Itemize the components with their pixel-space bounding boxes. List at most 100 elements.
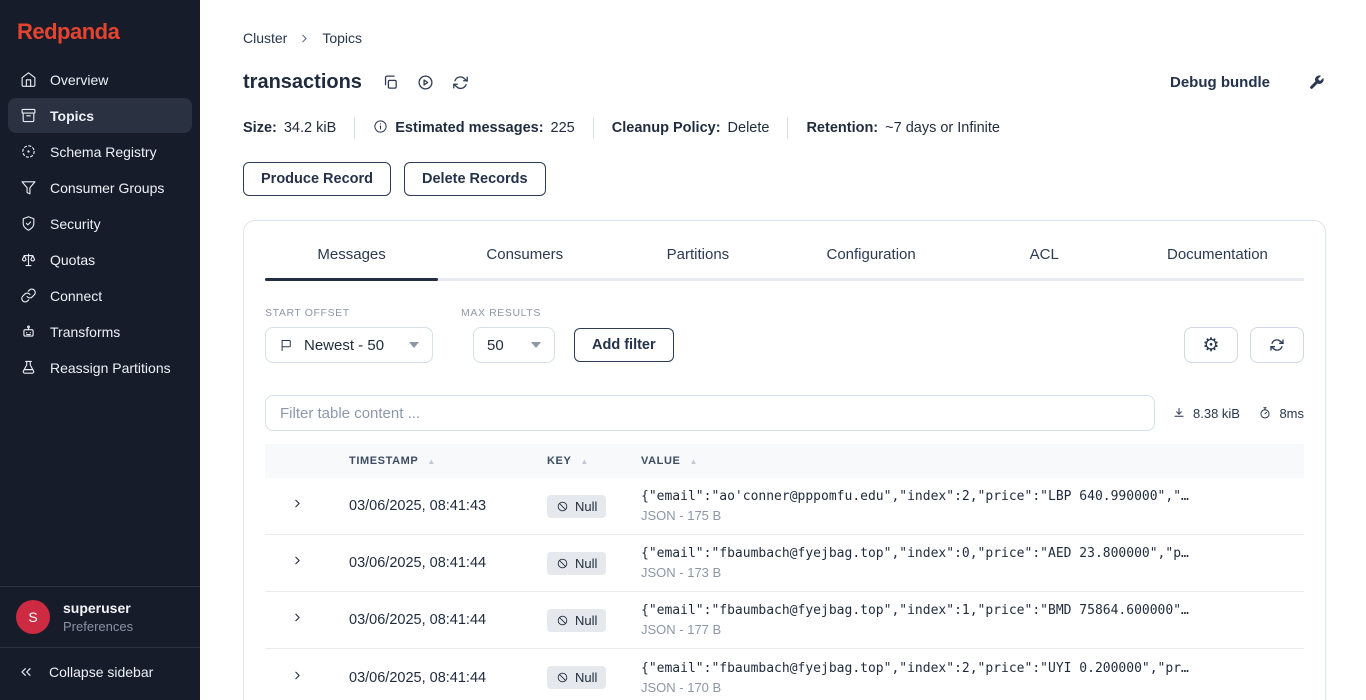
expand-row-button[interactable] — [265, 611, 349, 629]
table-settings-button[interactable]: ⚙ — [1184, 327, 1238, 363]
sidebar-item-security[interactable]: Security — [8, 206, 192, 241]
scales-icon — [19, 251, 37, 269]
sidebar-item-reassign-partitions[interactable]: Reassign Partitions — [8, 350, 192, 385]
sidebar-item-transforms[interactable]: Transforms — [8, 314, 192, 349]
topic-detail-card: Messages Consumers Partitions Configurat… — [243, 220, 1326, 700]
tab-messages[interactable]: Messages — [265, 246, 439, 281]
table-row: 03/06/2025, 08:41:44 Null {"email":"fbau… — [265, 649, 1304, 700]
sidebar-item-quotas[interactable]: Quotas — [8, 242, 192, 277]
stat-label: Estimated messages: — [395, 120, 544, 136]
expand-row-button[interactable] — [265, 554, 349, 572]
offset-flag-icon — [281, 339, 291, 351]
filter-table-input[interactable] — [265, 395, 1155, 431]
breadcrumb-cluster[interactable]: Cluster — [243, 30, 287, 46]
sidebar-item-topics[interactable]: Topics — [8, 98, 192, 133]
value-cell[interactable]: {"email":"fbaumbach@fyejbag.top","index"… — [641, 661, 1304, 695]
sidebar-item-label: Quotas — [50, 251, 96, 268]
gear-icon: ⚙ — [1202, 334, 1220, 356]
expand-row-button[interactable] — [265, 669, 349, 687]
sidebar-item-schema-registry[interactable]: Schema Registry — [8, 134, 192, 169]
null-icon — [557, 615, 568, 625]
start-offset-select[interactable]: Newest - 50 — [265, 327, 433, 363]
chevron-right-icon — [295, 556, 300, 565]
home-icon — [19, 71, 37, 89]
breadcrumb: Cluster Topics — [243, 30, 1326, 46]
add-filter-button[interactable]: Add filter — [574, 328, 674, 362]
sidebar-item-label: Topics — [50, 107, 95, 124]
topic-stats: Size: 34.2 kiB Estimated messages: 225 C… — [243, 117, 1326, 139]
link-icon — [19, 287, 37, 305]
funnel-icon — [19, 179, 37, 197]
start-offset-value: Newest - 50 — [304, 336, 385, 354]
sidebar-item-connect[interactable]: Connect — [8, 278, 192, 313]
topic-actions: Produce Record Delete Records — [243, 162, 1326, 196]
produce-message-button[interactable] — [416, 73, 436, 93]
null-badge: Null — [547, 551, 607, 575]
tab-partitions[interactable]: Partitions — [611, 246, 784, 278]
divider — [592, 117, 594, 139]
stat-cleanup-policy: Cleanup Policy: Delete — [612, 120, 770, 136]
debug-bundle-link[interactable]: Debug bundle — [1170, 74, 1270, 91]
admin-tools-button[interactable] — [1306, 73, 1326, 93]
max-results-select[interactable]: 50 — [473, 327, 555, 363]
value-meta: JSON - 175 B — [641, 508, 722, 523]
stat-value: ~7 days or Infinite — [885, 120, 1001, 136]
copy-topic-name-button[interactable] — [381, 73, 401, 93]
tab-bar: Messages Consumers Partitions Configurat… — [265, 221, 1304, 281]
value-cell[interactable]: {"email":"ao'conner@pppomfu.edu","index"… — [641, 489, 1304, 523]
produce-record-button[interactable]: Produce Record — [243, 162, 391, 196]
chevron-down-icon — [531, 342, 541, 348]
redpanda-logo: Redpanda — [17, 19, 120, 44]
stat-label: Retention: — [806, 120, 879, 136]
refresh-topic-button[interactable] — [451, 73, 471, 93]
tab-acl[interactable]: ACL — [958, 246, 1131, 278]
key-value: Null — [575, 555, 598, 571]
main-content: Cluster Topics transactions Debug bundle… — [200, 0, 1366, 700]
stat-size: Size: 34.2 kiB — [243, 120, 336, 136]
timestamp-cell: 03/06/2025, 08:41:43 — [349, 498, 487, 514]
stat-value: Delete — [727, 120, 770, 136]
user-name: superuser — [63, 600, 131, 616]
sidebar-item-consumer-groups[interactable]: Consumer Groups — [8, 170, 192, 205]
shield-check-icon — [19, 215, 37, 233]
chevron-right-icon — [295, 499, 300, 508]
timestamp-cell: 03/06/2025, 08:41:44 — [349, 612, 487, 628]
user-preferences-link[interactable]: Preferences — [63, 619, 133, 634]
max-results-value: 50 — [487, 336, 504, 354]
sort-icon: ▲ — [427, 456, 436, 466]
chevron-right-icon — [295, 671, 300, 679]
column-header-key[interactable]: KEY ▲ — [547, 455, 641, 467]
delete-records-button[interactable]: Delete Records — [404, 162, 546, 196]
value-cell[interactable]: {"email":"fbaumbach@fyejbag.top","index"… — [641, 546, 1304, 580]
table-row: 03/06/2025, 08:41:43 Null {"email":"ao'c… — [265, 478, 1304, 535]
column-header-timestamp[interactable]: TIMESTAMP ▲ — [349, 455, 547, 467]
sidebar: Redpanda Overview Topics Schema Registry… — [0, 0, 200, 700]
key-cell: Null — [547, 608, 641, 632]
user-profile[interactable]: S superuser Preferences — [0, 586, 200, 647]
collapse-sidebar-label: Collapse sidebar — [49, 664, 154, 680]
value-cell[interactable]: {"email":"fbaumbach@fyejbag.top","index"… — [641, 603, 1304, 637]
refresh-messages-button[interactable] — [1250, 327, 1304, 363]
tab-documentation[interactable]: Documentation — [1131, 246, 1304, 278]
title-actions — [381, 73, 471, 93]
breadcrumb-topics[interactable]: Topics — [322, 30, 362, 46]
chevron-right-icon — [295, 613, 300, 622]
tab-configuration[interactable]: Configuration — [785, 246, 958, 278]
title-row: transactions Debug bundle — [243, 71, 1326, 94]
column-header-value[interactable]: VALUE ▲ — [641, 455, 1304, 467]
collapse-sidebar-button[interactable]: Collapse sidebar — [0, 647, 200, 700]
tab-consumers[interactable]: Consumers — [438, 246, 611, 278]
expand-row-button[interactable] — [265, 497, 349, 515]
value-json: {"email":"ao'conner@pppomfu.edu","index"… — [641, 489, 1189, 504]
divider — [354, 117, 356, 139]
user-info: superuser Preferences — [63, 600, 133, 634]
table-row: 03/06/2025, 08:41:44 Null {"email":"fbau… — [265, 535, 1304, 592]
sidebar-item-label: Schema Registry — [50, 143, 157, 160]
key-value: Null — [575, 612, 598, 628]
info-icon[interactable] — [373, 119, 388, 138]
start-offset-label: START OFFSET — [265, 307, 350, 319]
sidebar-item-overview[interactable]: Overview — [8, 62, 192, 97]
sidebar-nav: Overview Topics Schema Registry Consumer… — [0, 58, 200, 386]
download-icon — [1174, 407, 1184, 417]
schema-registry-icon — [19, 143, 37, 161]
